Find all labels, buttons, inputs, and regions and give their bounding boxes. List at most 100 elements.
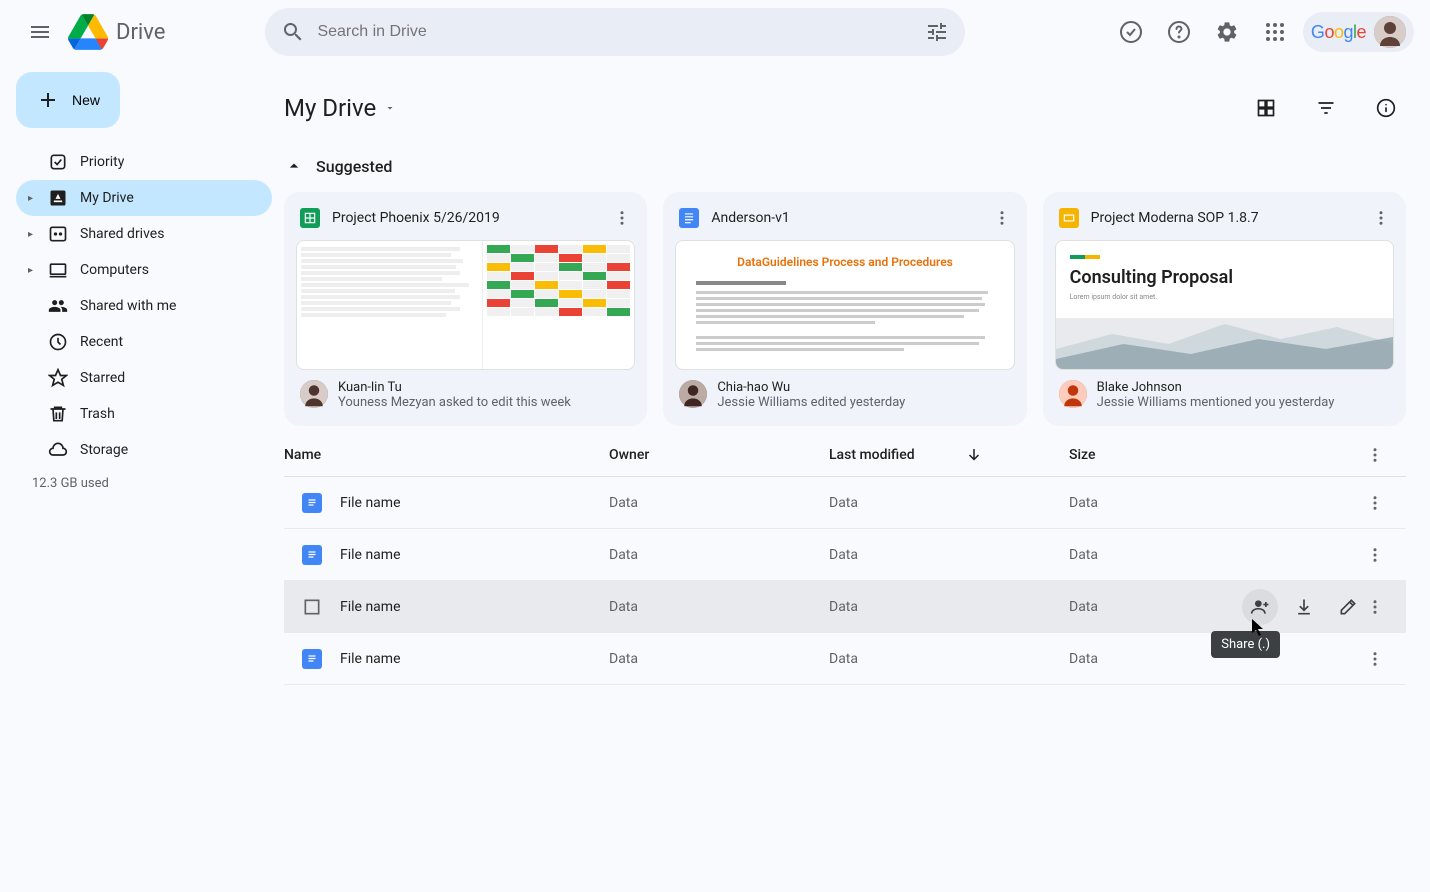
- suggested-toggle[interactable]: Suggested: [284, 156, 1406, 176]
- card-owner: Blake Johnson: [1097, 380, 1335, 395]
- settings-button[interactable]: [1207, 12, 1247, 52]
- file-name: File name: [340, 547, 609, 563]
- check-circle-icon: [1119, 20, 1143, 44]
- more-icon: [1366, 650, 1384, 668]
- row-more-button[interactable]: [1366, 598, 1406, 616]
- more-icon[interactable]: [613, 209, 631, 227]
- column-header-size[interactable]: Size: [1069, 447, 1366, 463]
- file-name: File name: [340, 495, 609, 511]
- rename-button[interactable]: [1330, 589, 1366, 625]
- gear-icon: [1215, 20, 1239, 44]
- sidebar-item-label: Recent: [80, 334, 123, 350]
- grid-view-button[interactable]: [1246, 88, 1286, 128]
- location-dropdown[interactable]: My Drive: [284, 94, 396, 122]
- row-checkbox[interactable]: [284, 597, 340, 617]
- sidebar-item-starred[interactable]: Starred: [16, 360, 272, 396]
- account-pill[interactable]: Google: [1303, 12, 1414, 52]
- pencil-icon: [1338, 597, 1358, 617]
- file-name: File name: [340, 599, 609, 615]
- file-modified: Data: [829, 599, 1069, 615]
- tooltip: Share (.): [1211, 631, 1280, 658]
- sidebar-item-recent[interactable]: Recent: [16, 324, 272, 360]
- suggested-card[interactable]: Project Phoenix 5/26/2019: [284, 192, 647, 426]
- apps-button[interactable]: [1255, 12, 1295, 52]
- file-size: Data: [1069, 547, 1366, 563]
- support-button[interactable]: [1159, 12, 1199, 52]
- card-thumbnail: [296, 240, 635, 370]
- header: Drive Google: [0, 0, 1430, 64]
- card-activity: Jessie Williams mentioned you yesterday: [1097, 395, 1335, 410]
- sidebar-item-my-drive[interactable]: ▸ My Drive: [16, 180, 272, 216]
- suggested-label: Suggested: [316, 157, 392, 176]
- card-owner: Chia-hao Wu: [717, 380, 905, 395]
- sidebar-item-storage[interactable]: Storage: [16, 432, 272, 468]
- row-more-button[interactable]: [1366, 650, 1406, 668]
- file-owner: Data: [609, 599, 829, 615]
- sidebar-item-label: My Drive: [80, 190, 134, 206]
- card-thumbnail: DataGuidelines Process and Procedures: [675, 240, 1014, 370]
- sidebar-item-shared-drives[interactable]: ▸ Shared drives: [16, 216, 272, 252]
- column-header-modified[interactable]: Last modified: [829, 446, 1069, 464]
- download-button[interactable]: [1286, 589, 1322, 625]
- suggested-card[interactable]: Anderson-v1 DataGuidelines Process and P…: [663, 192, 1026, 426]
- more-icon[interactable]: [1372, 209, 1390, 227]
- plus-icon: [36, 88, 60, 112]
- docs-icon: [284, 545, 340, 565]
- table-row[interactable]: File name Data Data Data: [284, 529, 1406, 581]
- shared-with-me-icon: [48, 296, 68, 316]
- sidebar-item-shared-with-me[interactable]: Shared with me: [16, 288, 272, 324]
- sidebar-item-trash[interactable]: Trash: [16, 396, 272, 432]
- user-avatar[interactable]: [1374, 16, 1406, 48]
- sidebar-item-label: Storage: [80, 442, 128, 458]
- search-input[interactable]: [317, 23, 925, 41]
- cursor-pointer-icon: [1252, 619, 1266, 637]
- sort-button[interactable]: [1306, 88, 1346, 128]
- help-icon: [1167, 20, 1191, 44]
- row-more-button[interactable]: [1366, 546, 1406, 564]
- download-icon: [1294, 597, 1314, 617]
- suggested-cards: Project Phoenix 5/26/2019: [284, 192, 1406, 426]
- star-icon: [48, 368, 68, 388]
- column-header-more[interactable]: [1366, 446, 1406, 464]
- card-owner: Kuan-lin Tu: [338, 380, 571, 395]
- main-menu-button[interactable]: [16, 8, 64, 56]
- file-modified: Data: [829, 651, 1069, 667]
- ready-offline-button[interactable]: [1111, 12, 1151, 52]
- new-button[interactable]: New: [16, 72, 120, 128]
- info-icon: [1376, 98, 1396, 118]
- row-more-button[interactable]: [1366, 494, 1406, 512]
- details-button[interactable]: [1366, 88, 1406, 128]
- table-row[interactable]: File name Data Data Data: [284, 477, 1406, 529]
- location-bar: My Drive: [284, 80, 1406, 136]
- more-icon: [1366, 546, 1384, 564]
- more-icon[interactable]: [993, 209, 1011, 227]
- my-drive-icon: [48, 188, 68, 208]
- apps-grid-icon: [1263, 20, 1287, 44]
- search-bar[interactable]: [265, 8, 965, 56]
- file-owner: Data: [609, 495, 829, 511]
- expand-caret-icon[interactable]: ▸: [28, 229, 36, 240]
- file-modified: Data: [829, 495, 1069, 511]
- more-icon: [1366, 598, 1384, 616]
- computers-icon: [48, 260, 68, 280]
- person-add-icon: [1250, 597, 1270, 617]
- drive-logo-area[interactable]: Drive: [68, 12, 165, 52]
- column-header-owner[interactable]: Owner: [609, 447, 829, 463]
- search-icon: [281, 20, 305, 44]
- suggested-card[interactable]: Project Moderna SOP 1.8.7 Consulting Pro…: [1043, 192, 1406, 426]
- location-title-label: My Drive: [284, 94, 376, 122]
- expand-caret-icon[interactable]: ▸: [28, 193, 36, 204]
- sidebar-item-priority[interactable]: Priority: [16, 144, 272, 180]
- sidebar: New Priority ▸ My Drive ▸ Shared drives …: [0, 64, 280, 701]
- sidebar-item-label: Computers: [80, 262, 149, 278]
- trash-icon: [48, 404, 68, 424]
- file-size: Data: [1069, 495, 1366, 511]
- google-logo-text: Google: [1311, 22, 1366, 43]
- search-options-icon[interactable]: [925, 20, 949, 44]
- sidebar-item-computers[interactable]: ▸ Computers: [16, 252, 272, 288]
- table-row[interactable]: File name Data Data Data Share (.): [284, 581, 1406, 633]
- expand-caret-icon[interactable]: ▸: [28, 265, 36, 276]
- column-header-name[interactable]: Name: [284, 447, 609, 463]
- new-button-label: New: [72, 92, 100, 108]
- card-owner-avatar: [1059, 380, 1087, 408]
